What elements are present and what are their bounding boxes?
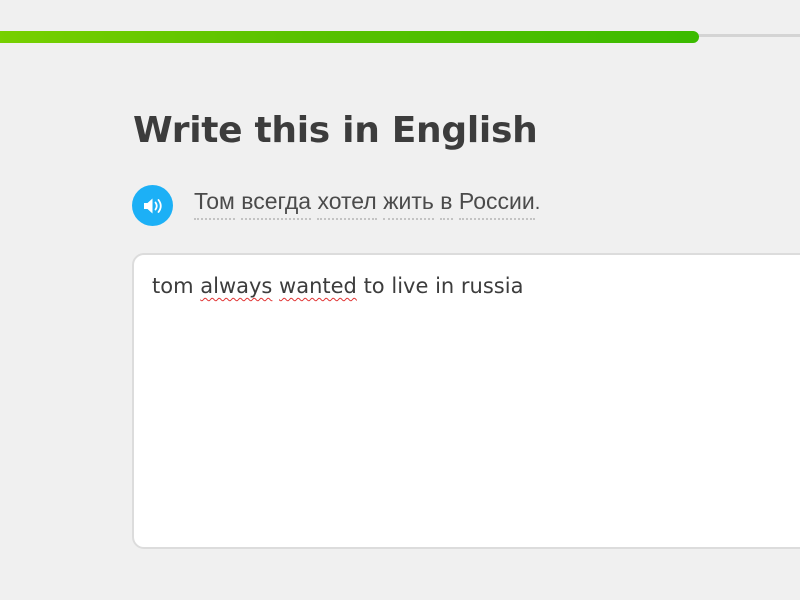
- challenge-title: Write this in English: [133, 110, 538, 151]
- answer-word: tom: [152, 274, 194, 298]
- progress-fill: [0, 31, 699, 43]
- misspelled-word: always: [200, 274, 273, 298]
- play-audio-button[interactable]: [132, 185, 173, 226]
- prompt-word[interactable]: хотел: [317, 188, 377, 220]
- answer-textarea[interactable]: tom always wanted to live in russia: [132, 253, 800, 549]
- answer-word: in: [435, 274, 455, 298]
- prompt-word[interactable]: Том: [194, 188, 235, 220]
- answer-word: to: [363, 274, 385, 298]
- answer-word: live: [391, 274, 429, 298]
- speaker-icon: [143, 198, 162, 213]
- prompt-word[interactable]: всегда: [241, 188, 312, 220]
- prompt-word[interactable]: жить: [383, 188, 434, 220]
- answer-word: russia: [460, 274, 524, 298]
- prompt-word[interactable]: в: [440, 188, 453, 220]
- prompt-punctuation: .: [534, 192, 541, 214]
- misspelled-word: wanted: [279, 274, 357, 298]
- lesson-page: Write this in English Том всегда хотел ж…: [0, 0, 800, 600]
- prompt-word[interactable]: России: [458, 188, 535, 220]
- prompt-sentence: Том всегда хотел жить в России.: [194, 183, 540, 221]
